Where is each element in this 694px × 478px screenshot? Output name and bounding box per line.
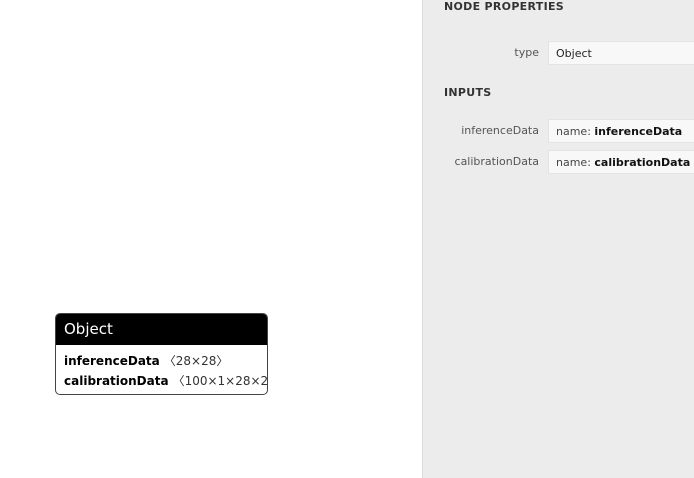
graph-node-object[interactable]: Object inferenceData 〈28×28〉 calibrationD… [55, 313, 268, 395]
property-label-type: type [514, 46, 539, 59]
input-label: calibrationData [454, 155, 539, 168]
node-item-name: inferenceData [64, 354, 160, 368]
node-item-inference-data[interactable]: inferenceData 〈28×28〉 [64, 351, 259, 371]
node-title: Object [56, 314, 267, 345]
inputs-title: INPUTS [444, 86, 492, 99]
input-row-calibration-data: calibrationData name: calibrationData [423, 150, 694, 174]
node-item-shape: 〈100×1×28×28〉 [172, 374, 268, 388]
properties-panel: NODE PROPERTIES type Object INPUTS infer… [422, 0, 694, 478]
node-item-calibration-data[interactable]: calibrationData〈100×1×28×28〉 [64, 371, 267, 391]
input-name-key: name: [556, 156, 591, 169]
node-item-name: calibrationData [64, 374, 169, 388]
input-name-value: calibrationData [594, 156, 691, 169]
node-item-shape: 〈28×28〉 [163, 354, 229, 368]
input-name-key: name: [556, 125, 591, 138]
input-value[interactable]: name: inferenceData [548, 119, 694, 143]
type-value-text: Object [556, 47, 592, 60]
input-row-inference-data: inferenceData name: inferenceData [423, 119, 694, 143]
graph-canvas[interactable]: Object inferenceData 〈28×28〉 calibrationD… [0, 0, 422, 478]
input-name-value: inferenceData [594, 125, 683, 138]
property-value-type[interactable]: Object [548, 41, 694, 65]
node-body: inferenceData 〈28×28〉 calibrationData 〈100… [56, 345, 267, 394]
property-row-type: type Object [423, 41, 694, 65]
input-value[interactable]: name: calibrationData [548, 150, 694, 174]
input-label: inferenceData [461, 124, 539, 137]
node-properties-title: NODE PROPERTIES [444, 0, 564, 13]
